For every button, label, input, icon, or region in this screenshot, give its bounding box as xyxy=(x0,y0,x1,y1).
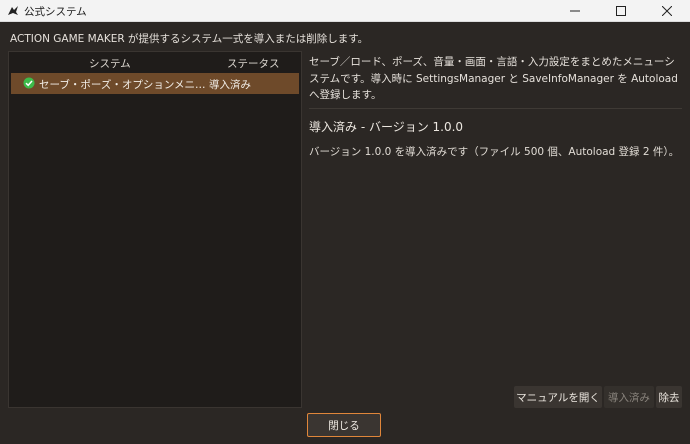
close-icon xyxy=(662,6,672,16)
list-header: システム ステータス xyxy=(9,52,301,72)
system-list[interactable]: システム ステータス セーブ・ポーズ・オプションメニ… 導入済み xyxy=(8,51,302,408)
open-manual-button[interactable]: マニュアルを開く xyxy=(514,386,602,408)
close-button[interactable]: 閉じる xyxy=(307,413,381,437)
remove-button[interactable]: 除去 xyxy=(656,386,682,408)
minimize-icon xyxy=(570,10,580,12)
maximize-button[interactable] xyxy=(598,0,644,22)
list-item-status: 導入済み xyxy=(209,79,251,91)
system-description: セーブ／ロード、ポーズ、音量・画面・言語・入力設定をまとめたメニューシステムです… xyxy=(309,56,678,101)
check-circle-icon xyxy=(23,77,35,89)
maximize-icon xyxy=(616,6,626,16)
window-title: 公式システム xyxy=(24,6,87,18)
version-title: 導入済み - バージョン 1.0.0 xyxy=(309,120,464,134)
title-bar: 公式システム xyxy=(0,0,690,22)
minimize-button[interactable] xyxy=(552,0,598,22)
installed-button: 導入済み xyxy=(604,386,654,408)
version-detail: バージョン 1.0.0 を導入済みです（ファイル 500 個、Autoload … xyxy=(309,146,680,158)
column-header-system[interactable]: システム xyxy=(89,56,131,71)
column-header-status[interactable]: ステータス xyxy=(227,56,280,71)
list-item[interactable]: セーブ・ポーズ・オプションメニ… 導入済み xyxy=(11,73,299,94)
intro-text: ACTION GAME MAKER が提供するシステム一式を導入または削除します… xyxy=(10,33,369,45)
close-window-button[interactable] xyxy=(644,0,690,22)
detail-divider xyxy=(309,108,682,109)
list-item-name: セーブ・ポーズ・オプションメニ… xyxy=(39,79,206,91)
app-logo-icon xyxy=(8,6,18,15)
